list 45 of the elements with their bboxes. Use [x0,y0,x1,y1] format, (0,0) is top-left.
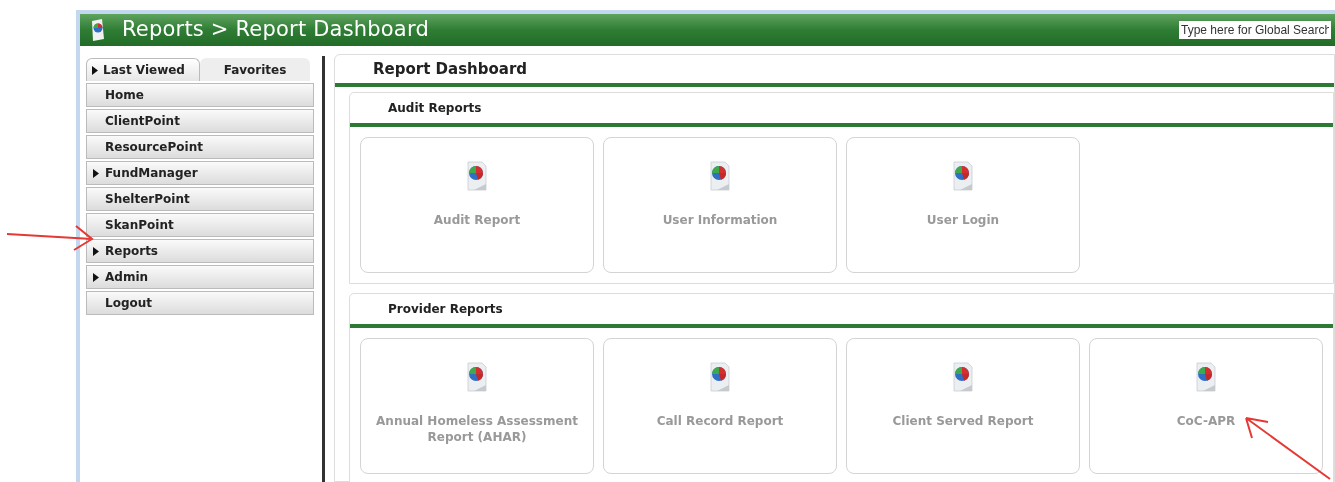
report-label: Call Record Report [655,413,785,429]
tab-label: Last Viewed [103,62,185,79]
item-label: SkanPoint [105,217,174,234]
expand-triangle-icon [92,65,98,75]
report-chart-icon [464,361,490,393]
sidebar-item[interactable]: Admin [86,265,314,289]
sidebar-tab[interactable]: Favorites [200,58,310,81]
item-label: Logout [105,295,152,312]
report-chart-icon [1193,361,1219,393]
report-chart-icon [707,361,733,393]
sidebar-item[interactable]: FundManager [86,161,314,185]
dashboard-title: Report Dashboard [373,58,528,80]
item-label: ClientPoint [105,113,180,130]
expand-triangle-icon [93,272,99,282]
expand-triangle-icon [93,246,99,256]
sidebar-item[interactable]: SkanPoint [86,213,314,237]
report-chart-icon [950,160,976,192]
report-chart-icon [950,361,976,393]
expand-triangle-icon [93,168,99,178]
item-label: Reports [105,243,158,260]
report-label: User Information [661,212,779,228]
report-label: Client Served Report [891,413,1035,429]
item-label: ResourcePoint [105,139,203,156]
sidebar-item[interactable]: Logout [86,291,314,315]
report-label: User Login [925,212,1001,228]
window-title: Reports > Report Dashboard [122,16,429,44]
sidebar-tab[interactable]: Last Viewed [86,58,200,81]
sidebar-item[interactable]: ShelterPoint [86,187,314,211]
report-chart-icon [707,160,733,192]
report-chart-icon [464,160,490,192]
report-label: Audit Report [432,212,522,228]
item-label: ShelterPoint [105,191,190,208]
section-title: Audit Reports [388,100,482,117]
sidebar-item[interactable]: ResourcePoint [86,135,314,159]
app-logo-icon [90,19,106,41]
report-label: CoC-APR [1175,413,1237,429]
sidebar-item[interactable]: Reports [86,239,314,263]
item-label: Home [105,87,144,104]
item-label: FundManager [105,165,198,182]
item-label: Admin [105,269,149,286]
sidebar-item[interactable]: ClientPoint [86,109,314,133]
tab-label: Favorites [223,61,287,79]
sidebar-item[interactable]: Home [86,83,314,107]
section-title: Provider Reports [388,301,503,318]
report-label: Annual Homeless Assessment Report (AHAR) [375,413,579,445]
